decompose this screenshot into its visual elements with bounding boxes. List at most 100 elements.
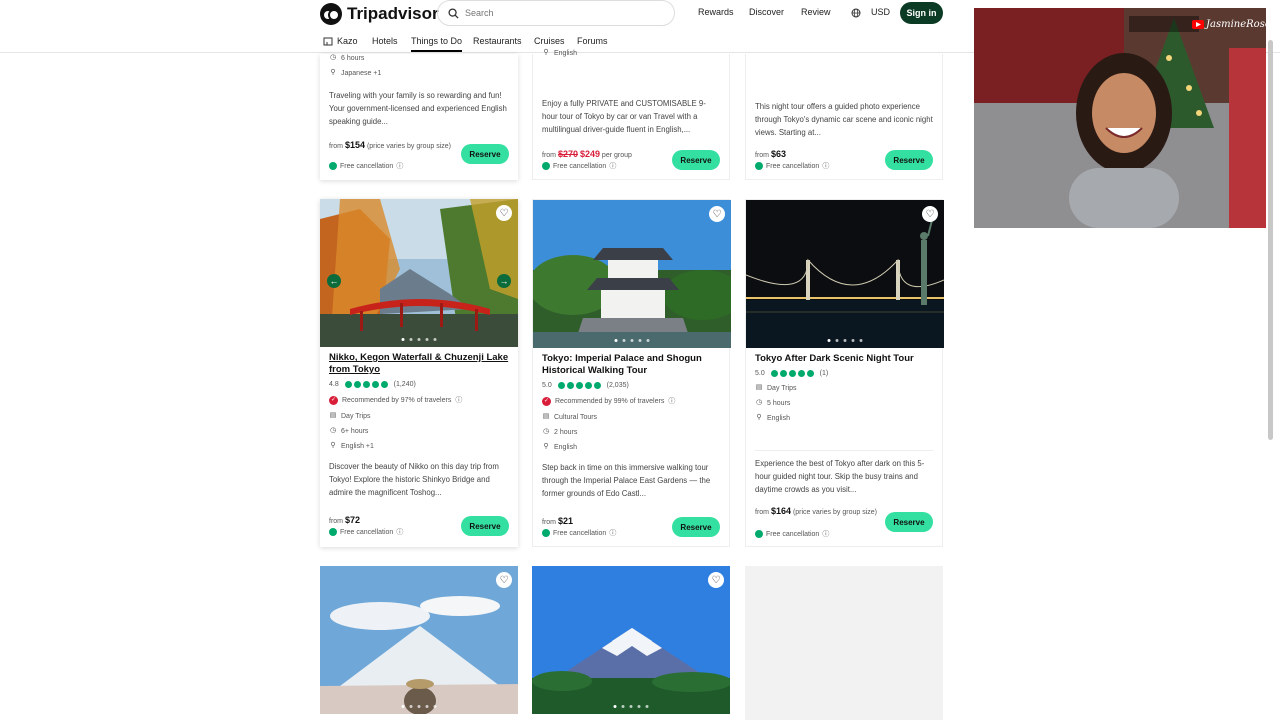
heart-icon[interactable]: ♡ — [922, 206, 938, 222]
review-count[interactable]: (2,035) — [607, 382, 629, 389]
price-row: from $21 — [542, 516, 573, 526]
tour-title[interactable]: Tokyo After Dark Scenic Night Tour — [755, 353, 933, 365]
from-label: from — [329, 518, 343, 525]
activity-card[interactable]: ♡ — [532, 566, 730, 720]
activity-card-night-tour[interactable]: ♡ Tokyo After Dark Scenic Night Tour 5.0… — [745, 199, 944, 547]
review-count[interactable]: (1,240) — [394, 381, 416, 388]
reserve-button[interactable]: Reserve — [672, 517, 720, 537]
reserve-button[interactable]: Reserve — [885, 150, 933, 170]
activity-card-imperial-palace[interactable]: ♡ Tokyo: Imperial Palace and Shogun Hist… — [532, 199, 731, 547]
price-row: from $164 (price varies by group size) — [755, 506, 885, 518]
tour-title[interactable]: Nikko, Kegon Waterfall & Chuzenji Lake f… — [329, 352, 509, 376]
rating: 5.0 (1) — [755, 370, 933, 377]
activity-card[interactable]: This night tour offers a guided photo ex… — [745, 54, 943, 180]
rating-value: 5.0 — [755, 370, 765, 377]
tour-photo[interactable]: ♡ — [320, 566, 518, 714]
from-label: from — [542, 519, 556, 526]
sign-in-button[interactable]: Sign in — [900, 2, 943, 24]
search-input[interactable] — [465, 8, 645, 18]
reserve-button[interactable]: Reserve — [461, 144, 509, 164]
tripadvisor-logo[interactable]: Tripadvisor — [320, 3, 439, 25]
activity-card[interactable]: ⚲ English Enjoy a fully PRIVATE and CUSTO… — [532, 49, 730, 180]
info-icon[interactable]: ⓘ — [455, 395, 462, 405]
heart-icon[interactable]: ♡ — [708, 572, 724, 588]
heart-icon[interactable]: ♡ — [709, 206, 725, 222]
info-icon[interactable]: ⓘ — [822, 529, 829, 539]
info-icon[interactable]: ⓘ — [609, 528, 616, 538]
language-text: Japanese +1 — [341, 69, 382, 77]
location-label: Kazo — [337, 36, 358, 46]
category-text: Day Trips — [341, 412, 371, 420]
description: Experience the best of Tokyo after dark … — [755, 450, 933, 496]
free-cancel-label: Free cancellation — [766, 162, 820, 170]
free-cancellation: Free cancellation ⓘ — [329, 527, 403, 537]
tour-photo[interactable]: ♡ — [532, 566, 730, 714]
free-cancel-label: Free cancellation — [553, 162, 607, 170]
recommended-icon: ✓ — [329, 395, 338, 405]
language-text: English — [554, 49, 577, 57]
duration-text: 2 hours — [554, 428, 578, 436]
info-icon[interactable]: ⓘ — [609, 161, 616, 171]
tour-photo[interactable]: ♡ — [533, 200, 731, 348]
duration-row: ◷ 2 hours — [542, 428, 720, 436]
carousel-dots — [614, 339, 650, 342]
night-bridge-photo — [746, 200, 944, 348]
previous-arrow-icon[interactable]: ← — [327, 274, 341, 288]
clock-icon: ◷ — [542, 428, 550, 435]
free-cancellation: Free cancellation ⓘ — [542, 528, 616, 538]
review-count[interactable]: (1) — [820, 370, 829, 377]
language-row: ⚲ English — [542, 443, 720, 451]
logo-text: Tripadvisor — [347, 4, 439, 23]
location-link[interactable]: Kazo — [323, 36, 358, 46]
from-label: from — [755, 152, 769, 159]
channel-name: JasmineRosexo — [1206, 19, 1266, 30]
tab-restaurants[interactable]: Restaurants — [473, 36, 522, 46]
currency-selector[interactable]: USD — [871, 7, 890, 17]
rating: 4.8 (1,240) — [329, 381, 509, 388]
info-icon[interactable]: ⓘ — [396, 161, 403, 171]
reserve-button[interactable]: Reserve — [461, 516, 509, 536]
loading-placeholder — [745, 566, 943, 720]
free-cancellation: Free cancellation ⓘ — [755, 161, 829, 171]
activity-card[interactable]: ♡ — [320, 566, 518, 720]
from-label: from — [329, 143, 343, 150]
nav-rewards[interactable]: Rewards — [698, 7, 734, 17]
free-cancellation: Free cancellation ⓘ — [542, 161, 616, 171]
tour-title[interactable]: Tokyo: Imperial Palace and Shogun Histor… — [542, 353, 720, 377]
page-scrollbar[interactable] — [1268, 40, 1273, 440]
duration-text: 5 hours — [767, 399, 791, 407]
rating-value: 5.0 — [542, 382, 552, 389]
language-text: English — [554, 443, 577, 451]
price-row: from $72 — [329, 515, 360, 525]
tab-hotels[interactable]: Hotels — [372, 36, 398, 46]
info-icon[interactable]: ⓘ — [822, 161, 829, 171]
tour-photo[interactable]: ♡ ← → — [320, 199, 518, 347]
check-icon — [755, 530, 763, 538]
price: $21 — [557, 516, 573, 526]
nav-discover[interactable]: Discover — [749, 7, 784, 17]
from-label: from — [755, 509, 769, 516]
language-row: ⚲ Japanese +1 — [329, 69, 509, 77]
recommended-text: Recommended by 97% of travelers — [342, 396, 452, 404]
reserve-button[interactable]: Reserve — [885, 512, 933, 532]
price-note: per group — [601, 152, 632, 159]
activity-card[interactable]: ◷ 6 hours ⚲ Japanese +1 Traveling with you… — [320, 54, 518, 180]
info-icon[interactable]: ⓘ — [396, 527, 403, 537]
tour-photo[interactable]: ♡ — [746, 200, 944, 348]
nav-review[interactable]: Review — [801, 7, 831, 17]
duration-text: 6+ hours — [341, 427, 369, 435]
reserve-button[interactable]: Reserve — [672, 150, 720, 170]
heart-icon[interactable]: ♡ — [496, 572, 512, 588]
clock-icon: ◷ — [755, 399, 763, 406]
globe-icon[interactable] — [851, 8, 861, 18]
activity-card-nikko[interactable]: ♡ ← → Nikko, Kegon Waterfall & Chuzenji … — [320, 199, 518, 547]
next-arrow-icon[interactable]: → — [497, 274, 511, 288]
tab-cruises[interactable]: Cruises — [534, 36, 565, 46]
category-icon: ▤ — [755, 384, 763, 391]
clock-icon: ◷ — [329, 54, 337, 61]
tab-things-to-do[interactable]: Things to Do — [411, 36, 463, 52]
heart-icon[interactable]: ♡ — [496, 205, 512, 221]
search-box[interactable] — [437, 0, 675, 26]
tab-forums[interactable]: Forums — [577, 36, 608, 46]
info-icon[interactable]: ⓘ — [668, 396, 675, 406]
